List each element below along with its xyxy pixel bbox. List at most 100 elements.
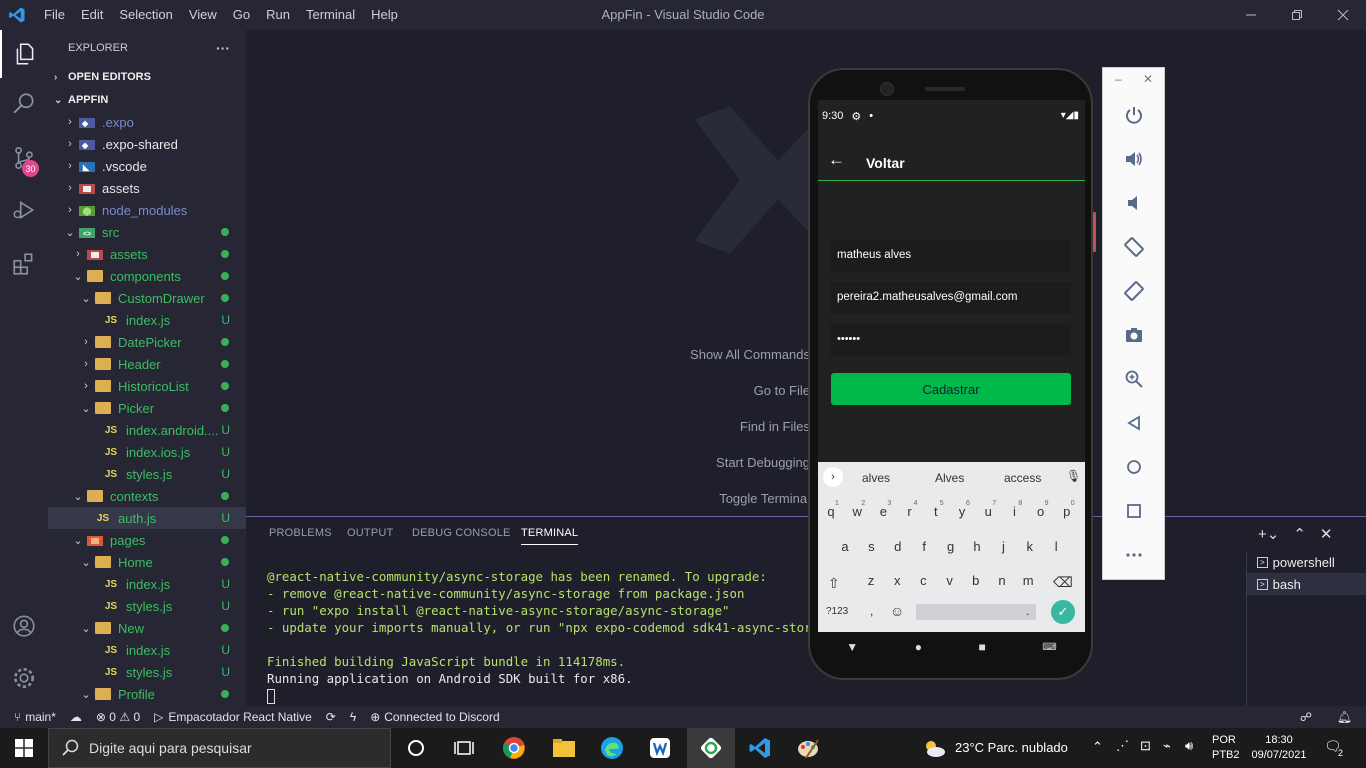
edge-icon[interactable] bbox=[588, 728, 636, 768]
key-d[interactable]: d bbox=[887, 539, 909, 554]
extensions-icon[interactable] bbox=[0, 240, 48, 288]
close-window-button[interactable] bbox=[1320, 0, 1366, 30]
paint-palette-icon[interactable] bbox=[784, 728, 832, 768]
tree-file-item[interactable]: JS index.js U bbox=[48, 309, 246, 331]
back-arrow-icon[interactable]: ← bbox=[828, 150, 845, 170]
tab-output[interactable]: OUTPUT bbox=[347, 527, 393, 539]
suggestion-3[interactable]: access bbox=[1004, 471, 1041, 485]
menu-view[interactable]: View bbox=[181, 0, 225, 30]
suggestion-1[interactable]: alves bbox=[862, 471, 890, 485]
menu-help[interactable]: Help bbox=[363, 0, 406, 30]
symbols-key[interactable]: ?123 bbox=[826, 606, 848, 617]
power-icon[interactable] bbox=[1103, 93, 1164, 137]
problems-status[interactable]: ⊗ 0 ⚠ 0 bbox=[96, 710, 140, 724]
task-view-icon[interactable] bbox=[440, 728, 488, 768]
key-s[interactable]: s bbox=[860, 539, 882, 554]
taskbar-clock[interactable]: 18:30 09/07/2021 bbox=[1248, 733, 1310, 763]
tree-folder-item[interactable]: › HistoricoList bbox=[48, 375, 246, 397]
menu-terminal[interactable]: Terminal bbox=[298, 0, 363, 30]
tree-folder-item[interactable]: › ◣ .vscode bbox=[48, 155, 246, 177]
key-l[interactable]: l bbox=[1045, 539, 1067, 554]
tree-folder-item[interactable]: ⌄ pages bbox=[48, 529, 246, 551]
vscode-taskbar-icon[interactable] bbox=[736, 728, 784, 768]
refresh-icon[interactable]: ⟳ bbox=[326, 710, 336, 724]
terminal-item-powershell[interactable]: > powershell bbox=[1247, 551, 1366, 573]
overview-square-icon[interactable] bbox=[1103, 489, 1164, 533]
volume-up-icon[interactable] bbox=[1103, 137, 1164, 181]
tree-folder-item[interactable]: ⌄ contexts bbox=[48, 485, 246, 507]
accounts-icon[interactable] bbox=[0, 602, 48, 650]
tree-file-item[interactable]: JS index.js U bbox=[48, 573, 246, 595]
notifications-bell-icon[interactable]: 🔔︎ bbox=[1337, 710, 1352, 724]
cadastrar-button[interactable]: Cadastrar bbox=[831, 373, 1071, 405]
key-k[interactable]: k bbox=[1019, 539, 1041, 554]
key-b[interactable]: b bbox=[965, 573, 987, 588]
emu-minimize-icon[interactable]: – bbox=[1115, 72, 1122, 86]
tree-folder-item[interactable]: ⌄ components bbox=[48, 265, 246, 287]
tree-folder-item[interactable]: ⌄ Profile bbox=[48, 683, 246, 705]
tree-file-item[interactable]: JS auth.js U bbox=[48, 507, 246, 529]
tree-folder-item[interactable]: ⌄ Picker bbox=[48, 397, 246, 419]
password-input[interactable]: •••••• bbox=[830, 324, 1071, 356]
menu-selection[interactable]: Selection bbox=[111, 0, 180, 30]
menu-file[interactable]: File bbox=[36, 0, 73, 30]
tab-problems[interactable]: PROBLEMS bbox=[269, 527, 332, 539]
tree-folder-item[interactable]: › assets bbox=[48, 243, 246, 265]
rotate-right-icon[interactable] bbox=[1103, 269, 1164, 313]
explorer-icon[interactable] bbox=[0, 30, 48, 78]
tree-folder-item[interactable]: ⌄ <> src bbox=[48, 221, 246, 243]
emulator-taskbar-icon[interactable] bbox=[687, 728, 735, 768]
chrome-icon[interactable] bbox=[490, 728, 538, 768]
branch-status[interactable]: ⑂ main* bbox=[14, 710, 56, 724]
nav-recents-icon[interactable]: ■ bbox=[978, 640, 985, 654]
more-options-icon[interactable] bbox=[1103, 533, 1164, 577]
shift-key-icon[interactable]: ⇧ bbox=[828, 575, 840, 592]
file-explorer-icon[interactable] bbox=[540, 728, 588, 768]
tree-folder-item[interactable]: ⌄ Home bbox=[48, 551, 246, 573]
home-circle-icon[interactable] bbox=[1103, 445, 1164, 489]
backspace-key-icon[interactable]: ⌫ bbox=[1053, 574, 1073, 591]
key-f[interactable]: f bbox=[913, 539, 935, 554]
new-terminal-icon[interactable]: +⌄ bbox=[1258, 525, 1279, 543]
run-debug-icon[interactable] bbox=[0, 186, 48, 234]
menu-go[interactable]: Go bbox=[225, 0, 258, 30]
sync-icon[interactable]: ☁ bbox=[70, 710, 82, 724]
tree-folder-item[interactable]: › assets bbox=[48, 177, 246, 199]
tab-debug-console[interactable]: DEBUG CONSOLE bbox=[412, 527, 511, 539]
keyboard-switch-icon[interactable]: ⌨ bbox=[1042, 642, 1056, 653]
suggestion-2[interactable]: Alves bbox=[935, 471, 964, 485]
key-h[interactable]: h bbox=[966, 539, 988, 554]
tree-file-item[interactable]: JS styles.js U bbox=[48, 463, 246, 485]
tree-folder-item[interactable]: › Header bbox=[48, 353, 246, 375]
weather-cloud-icon[interactable] bbox=[922, 738, 946, 761]
mic-icon[interactable]: 🎙︎ bbox=[1066, 469, 1081, 483]
network-icon[interactable]: ⋰ bbox=[1116, 738, 1129, 754]
period-key[interactable]: . bbox=[1026, 604, 1029, 618]
project-section[interactable]: ⌄ APPFIN bbox=[48, 89, 246, 111]
key-x[interactable]: x bbox=[886, 573, 908, 588]
tree-folder-item[interactable]: › ◆ .expo-shared bbox=[48, 133, 246, 155]
key-v[interactable]: v bbox=[939, 573, 961, 588]
packager-status[interactable]: ▷ Empacotador React Native bbox=[154, 710, 312, 724]
key-a[interactable]: a bbox=[834, 539, 856, 554]
tree-file-item[interactable]: JS styles.js U bbox=[48, 661, 246, 683]
key-z[interactable]: z bbox=[860, 573, 882, 588]
tree-folder-item[interactable]: › node_modules bbox=[48, 199, 246, 221]
key-m[interactable]: m bbox=[1017, 573, 1039, 588]
search-icon[interactable] bbox=[0, 80, 48, 128]
restore-button[interactable] bbox=[1274, 0, 1320, 30]
speaker-icon[interactable]: 🔊︎ bbox=[1185, 738, 1193, 754]
weather-text[interactable]: 23°C Parc. nublado bbox=[955, 740, 1068, 755]
open-editors-section[interactable]: › OPEN EDITORS bbox=[48, 66, 246, 88]
tray-chevron-up-icon[interactable]: ⌃ bbox=[1092, 739, 1103, 755]
tree-folder-item[interactable]: ⌄ New bbox=[48, 617, 246, 639]
minimize-button[interactable] bbox=[1228, 0, 1274, 30]
tree-folder-item[interactable]: › DatePicker bbox=[48, 331, 246, 353]
space-key[interactable] bbox=[916, 604, 1036, 620]
input-language[interactable]: POR PTB2 bbox=[1212, 733, 1240, 763]
lightning-icon[interactable]: ϟ bbox=[350, 710, 356, 724]
rotate-left-icon[interactable] bbox=[1103, 225, 1164, 269]
settings-gear-icon[interactable] bbox=[0, 654, 48, 702]
explorer-more-icon[interactable]: ··· bbox=[216, 40, 230, 56]
comma-key[interactable]: , bbox=[870, 604, 873, 618]
